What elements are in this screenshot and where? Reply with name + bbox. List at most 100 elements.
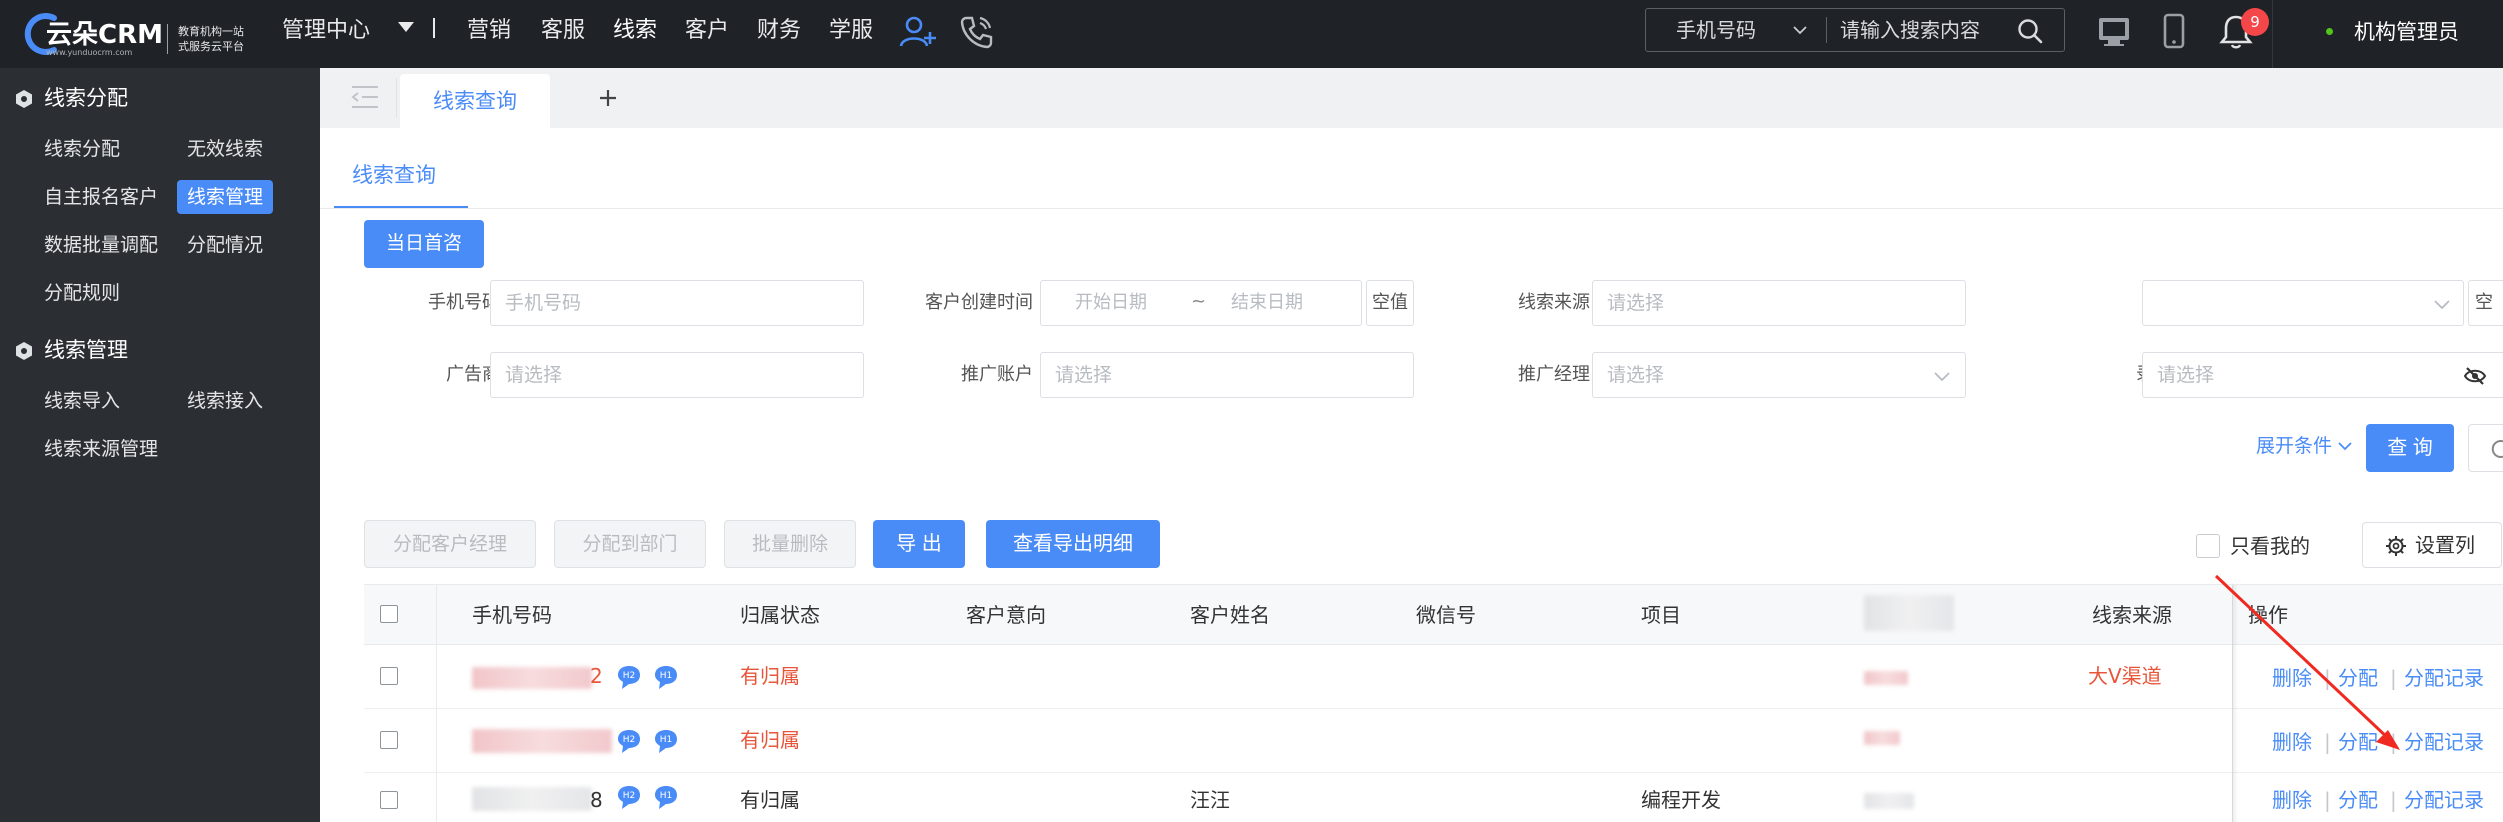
mobile-icon[interactable] bbox=[2152, 10, 2196, 54]
row-checkbox[interactable] bbox=[380, 731, 398, 749]
col-header-status[interactable]: 归属状态 bbox=[740, 585, 820, 645]
sidebar-item-invalid-leads[interactable]: 无效线索 bbox=[177, 132, 273, 166]
project-empty-button[interactable]: 空值 bbox=[2468, 280, 2503, 326]
lead-source-select[interactable] bbox=[1592, 280, 1966, 326]
table-row[interactable]: 2 H2 H1 有归属 大V渠道 删除 | 分配 | 分配记录 bbox=[364, 645, 2503, 709]
chat-h2-icon[interactable]: H2 bbox=[614, 783, 644, 813]
batch-delete-button[interactable]: 批量删除 bbox=[724, 520, 856, 568]
caret-down-icon[interactable] bbox=[398, 22, 414, 32]
col-header-project[interactable]: 项目 bbox=[1641, 585, 1681, 645]
nav-admin-center[interactable]: 管理中心 bbox=[282, 0, 370, 68]
nav-customers[interactable]: 客户 bbox=[685, 0, 729, 68]
only-mine-checkbox[interactable] bbox=[2196, 534, 2220, 558]
sidebar-item-lead-intake[interactable]: 线索接入 bbox=[177, 384, 273, 418]
advertiser-select[interactable] bbox=[490, 352, 864, 398]
query-button[interactable]: 查 询 bbox=[2366, 424, 2454, 472]
row-checkbox[interactable] bbox=[380, 667, 398, 685]
sidebar-item-self-registered[interactable]: 自主报名客户 bbox=[34, 180, 168, 214]
brand-slogan-line2: 式服务云平台 bbox=[178, 40, 244, 53]
tab-strip: 线索查询 bbox=[320, 68, 2503, 128]
table-header: 手机号码 归属状态 客户意向 客户姓名 微信号 项目 线索来源 操作 bbox=[364, 585, 2503, 645]
nav-leads[interactable]: 线索 bbox=[613, 0, 657, 68]
eye-off-icon[interactable] bbox=[2463, 365, 2487, 387]
table-row[interactable]: H2 H1 有归属 删除 | 分配 | 分配记录 bbox=[364, 709, 2503, 773]
entry-person-select[interactable]: 请选择 bbox=[2142, 352, 2503, 398]
expand-conditions-link[interactable]: 展开条件 bbox=[2256, 432, 2352, 460]
brand-slogan-line1: 教育机构一站 bbox=[178, 25, 244, 38]
created-empty-button[interactable]: 空值 bbox=[1366, 280, 1414, 326]
promo-manager-select[interactable]: 请选择 bbox=[1592, 352, 1966, 398]
reset-button[interactable] bbox=[2468, 424, 2503, 472]
source-cell: 大V渠道 bbox=[2088, 664, 2162, 688]
assign-record-link[interactable]: 分配记录 bbox=[2404, 773, 2484, 822]
sidebar-item-allocation-rules[interactable]: 分配规则 bbox=[34, 276, 130, 310]
nav-student-service[interactable]: 学服 bbox=[829, 0, 873, 68]
brand-logo[interactable]: 云朵CRM www.yunduocrm.com 教育机构一站 式服务云平台 bbox=[24, 6, 244, 62]
svg-text:H1: H1 bbox=[660, 671, 673, 681]
search-category-select[interactable]: 手机号码 bbox=[1676, 9, 1756, 51]
set-columns-button[interactable]: 设置列 bbox=[2362, 522, 2502, 568]
nav-marketing[interactable]: 营销 bbox=[467, 0, 511, 68]
svg-text:H2: H2 bbox=[623, 735, 636, 745]
phone-input[interactable] bbox=[490, 280, 864, 326]
assign-link[interactable]: 分配 bbox=[2338, 773, 2378, 822]
collapse-menu-icon[interactable] bbox=[350, 84, 380, 110]
chat-h2-icon[interactable]: H2 bbox=[614, 727, 644, 757]
brand-url: www.yunduocrm.com bbox=[46, 48, 133, 57]
tab-divider bbox=[396, 78, 397, 118]
start-date[interactable]: 开始日期 bbox=[1075, 281, 1147, 325]
chat-h2-icon[interactable]: H2 bbox=[614, 663, 644, 693]
column-divider bbox=[436, 585, 437, 822]
export-detail-button[interactable]: 查看导出明细 bbox=[986, 520, 1160, 568]
search-icon[interactable] bbox=[2016, 17, 2044, 45]
chevron-down-icon[interactable] bbox=[1792, 23, 1808, 37]
name-cell: 汪汪 bbox=[1190, 788, 1230, 812]
sidebar-item-allocation-status[interactable]: 分配情况 bbox=[177, 228, 273, 262]
only-mine-label[interactable]: 只看我的 bbox=[2230, 530, 2310, 562]
redacted-phone bbox=[472, 787, 592, 811]
monitor-icon[interactable] bbox=[2092, 10, 2136, 54]
sidebar-item-batch-allocation[interactable]: 数据批量调配 bbox=[34, 228, 168, 262]
col-header-name[interactable]: 客户姓名 bbox=[1190, 585, 1270, 645]
nav-finance[interactable]: 财务 bbox=[757, 0, 801, 68]
subtab-lead-query[interactable]: 线索查询 bbox=[334, 140, 454, 208]
sidebar-item-lead-assign[interactable]: 线索分配 bbox=[34, 132, 130, 166]
current-user[interactable]: 机构管理员 bbox=[2354, 0, 2459, 64]
redacted-phone bbox=[472, 729, 612, 753]
table-row[interactable]: 8 H2 H1 有归属 汪汪 编程开发 删除 | 分配 | 分配记录 bbox=[364, 773, 2503, 822]
assign-manager-button[interactable]: 分配客户经理 bbox=[364, 520, 536, 568]
sidebar-item-lead-import[interactable]: 线索导入 bbox=[34, 384, 130, 418]
phone-tail: 8 bbox=[590, 788, 603, 812]
promo-manager-label: 推广经理 bbox=[1518, 364, 1590, 385]
sidebar-item-lead-source-management[interactable]: 线索来源管理 bbox=[34, 432, 168, 466]
sidebar-item-lead-management[interactable]: 线索管理 bbox=[177, 180, 274, 214]
col-header-source[interactable]: 线索来源 bbox=[2092, 585, 2172, 645]
promo-account-select[interactable] bbox=[1040, 352, 1414, 398]
chevron-down-icon bbox=[2434, 300, 2450, 310]
created-date-range[interactable]: 开始日期 ~ 结束日期 bbox=[1040, 280, 1362, 326]
plus-icon[interactable] bbox=[596, 86, 620, 110]
chat-h1-icon[interactable]: H1 bbox=[651, 663, 681, 693]
search-input[interactable] bbox=[1840, 9, 2020, 51]
tab-lead-query[interactable]: 线索查询 bbox=[400, 74, 550, 128]
project-select[interactable] bbox=[2142, 280, 2464, 326]
phone-call-icon[interactable] bbox=[954, 10, 998, 54]
chat-h1-icon[interactable]: H1 bbox=[651, 727, 681, 757]
gear-icon bbox=[2386, 536, 2406, 556]
row-checkbox[interactable] bbox=[380, 791, 398, 809]
chat-h1-icon[interactable]: H1 bbox=[651, 783, 681, 813]
today-first-inquiry-button[interactable]: 当日首咨 bbox=[364, 220, 484, 268]
assign-department-button[interactable]: 分配到部门 bbox=[554, 520, 706, 568]
select-all-checkbox[interactable] bbox=[380, 605, 398, 623]
end-date[interactable]: 结束日期 bbox=[1231, 281, 1303, 325]
main-content: 线索查询 当日首咨 手机号码 客户创建时间 开始日期 ~ 结束日期 空值 线索来… bbox=[320, 140, 2503, 822]
col-header-wechat[interactable]: 微信号 bbox=[1416, 585, 1476, 645]
export-button[interactable]: 导 出 bbox=[873, 520, 965, 568]
nav-service[interactable]: 客服 bbox=[541, 0, 585, 68]
delete-link[interactable]: 删除 bbox=[2272, 773, 2312, 822]
col-header-phone[interactable]: 手机号码 bbox=[472, 585, 552, 645]
col-header-intent[interactable]: 客户意向 bbox=[966, 585, 1046, 645]
redacted-cell bbox=[1864, 731, 1900, 745]
svg-text:H2: H2 bbox=[623, 671, 636, 681]
user-plus-icon[interactable] bbox=[896, 10, 940, 54]
